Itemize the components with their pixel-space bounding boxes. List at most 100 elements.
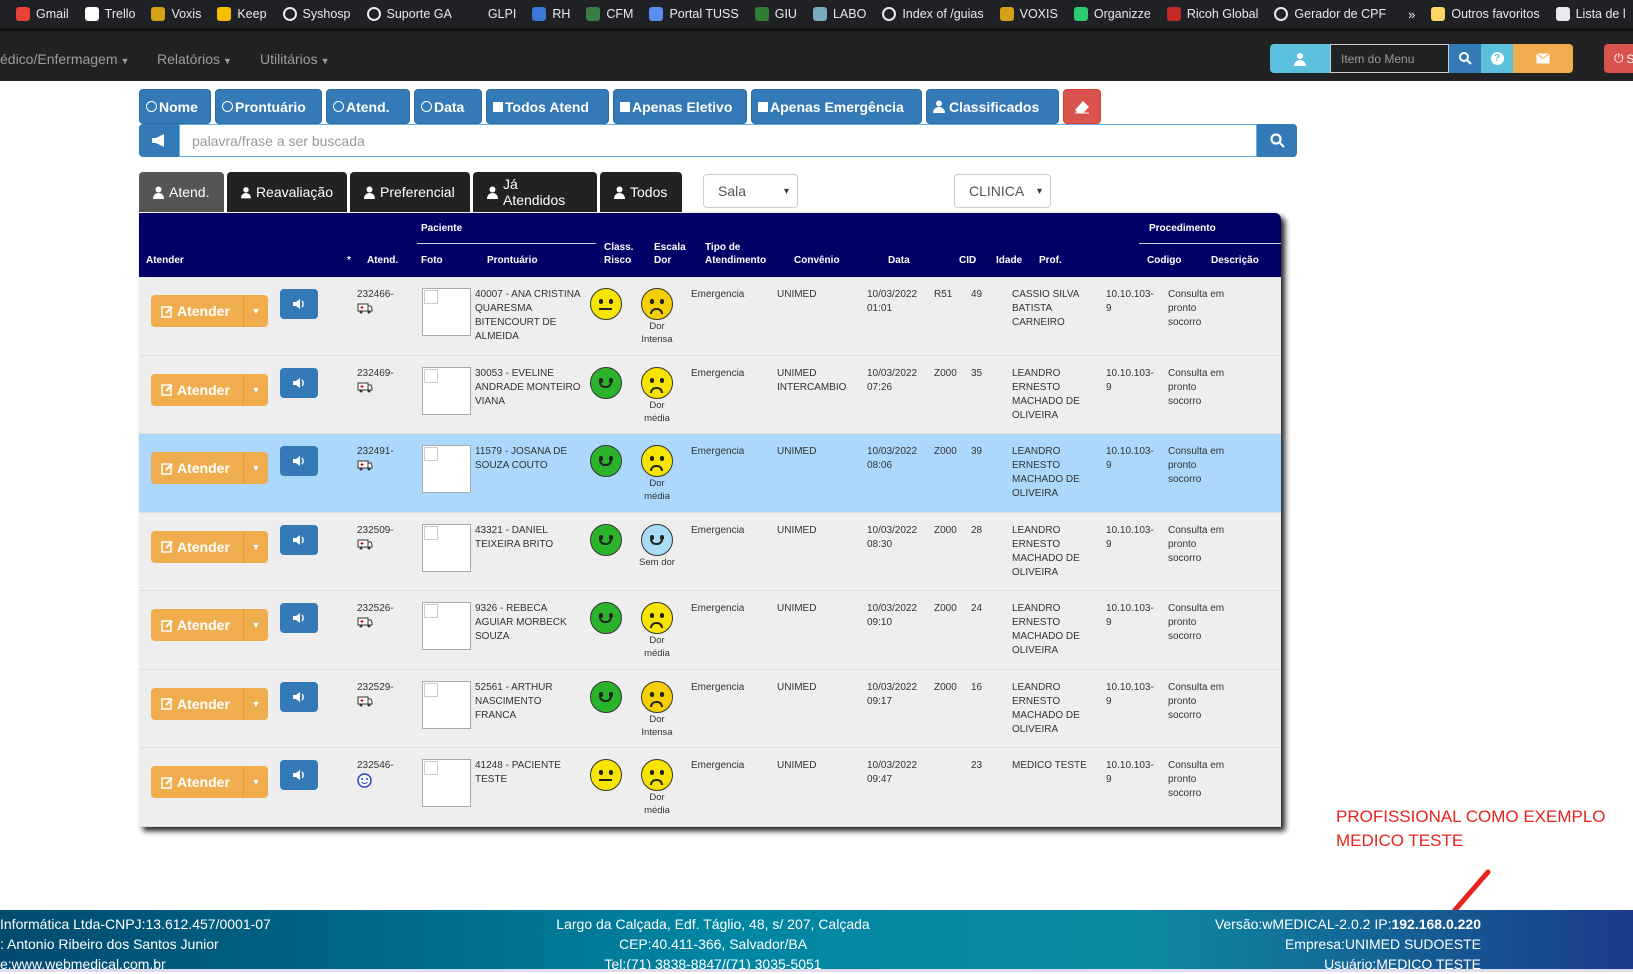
risk-classification-icon (590, 680, 622, 713)
filter-apenas-emergencia[interactable]: Apenas Emergência (751, 89, 922, 124)
logout-button[interactable]: ⏻ S (1604, 44, 1633, 73)
tab-label: Preferencial (380, 184, 455, 200)
bookmark-11[interactable]: LABO (812, 7, 866, 21)
user-icon (364, 186, 375, 199)
ambulance-icon (357, 303, 373, 314)
bookmark-5[interactable]: Suporte GA (366, 7, 452, 21)
help-button[interactable]: ? (1481, 44, 1513, 73)
filter-apenas-eletivo[interactable]: Apenas Eletivo (613, 89, 747, 124)
bookmark-14[interactable]: Organizze (1073, 7, 1151, 21)
menu-search-input[interactable]: Item do Menu (1330, 44, 1449, 73)
tab-4[interactable]: Todos (600, 172, 682, 212)
atender-button[interactable]: Atender ▼ (151, 295, 268, 327)
filter-prontuario[interactable]: Prontuário (215, 89, 322, 124)
call-patient-button[interactable] (280, 524, 318, 555)
atender-dropdown-toggle[interactable]: ▼ (243, 530, 268, 563)
data: 10/03/2022 01:01 (867, 289, 918, 314)
atender-dropdown-toggle[interactable]: ▼ (243, 687, 268, 720)
bookmark-16[interactable]: Gerador de CPF (1274, 7, 1386, 21)
bookmark-label: Ricoh Global (1186, 7, 1259, 21)
filter-bar: Nome Prontuário Atend. Data Todos Atend … (139, 89, 1101, 124)
sala-select[interactable]: Sala ▾ (703, 174, 798, 208)
bookmark-4[interactable]: Syshosp (282, 7, 351, 21)
user-icon (1294, 52, 1306, 66)
bookmark-15[interactable]: Ricoh Global (1166, 7, 1259, 21)
atender-dropdown-toggle[interactable]: ▼ (243, 295, 268, 327)
tab-0[interactable]: Atend. (139, 172, 224, 212)
header-prontuario: Prontuário (487, 255, 538, 266)
menu-medico-enfermagem[interactable]: édico/Enfermagem ▼ (0, 51, 129, 67)
bookmark-right-1[interactable]: Lista de l (1555, 7, 1626, 21)
messages-button[interactable] (1513, 44, 1573, 73)
atender-dropdown-toggle[interactable]: ▼ (243, 452, 268, 484)
bookmark-9[interactable]: Portal TUSS (649, 7, 739, 21)
atender-button[interactable]: Atender ▼ (151, 530, 268, 563)
filter-classificados[interactable]: Classificados (926, 89, 1059, 124)
filter-nome[interactable]: Nome (139, 89, 211, 124)
menu-relatorios[interactable]: Relatórios ▼ (157, 51, 232, 67)
search-button[interactable] (1257, 124, 1297, 157)
call-patient-button[interactable] (280, 603, 318, 633)
call-patient-button[interactable] (280, 367, 318, 398)
bookmark-3[interactable]: Keep (217, 7, 267, 21)
table-row[interactable]: Atender ▼ 232509- 43321 - DANIEL TEIXEIRA B… (139, 513, 1281, 591)
filter-atend[interactable]: Atend. (326, 89, 410, 124)
tab-2[interactable]: Preferencial (350, 172, 470, 212)
search-icon (1458, 52, 1472, 65)
filter-data[interactable]: Data (414, 89, 482, 124)
announce-button[interactable] (139, 124, 179, 157)
header-data: Data (888, 255, 910, 266)
clear-filters-button[interactable] (1063, 89, 1101, 124)
call-patient-button[interactable] (280, 446, 318, 476)
menu-utilitarios[interactable]: Utilitários ▼ (260, 51, 330, 67)
search-input[interactable]: palavra/frase a ser buscada (179, 124, 1257, 157)
call-patient-button[interactable] (280, 289, 318, 319)
bookmark-8[interactable]: CFM (586, 7, 633, 21)
atender-button[interactable]: Atender ▼ (151, 609, 268, 641)
atender-button[interactable]: Atender ▼ (151, 452, 268, 484)
patient-photo (422, 680, 471, 729)
header-convenio: Convênio (794, 255, 840, 266)
tab-3[interactable]: Já Atendidos (473, 172, 597, 212)
bookmark-13[interactable]: VOXIS (999, 7, 1058, 21)
bookmark-7[interactable]: RH (532, 7, 570, 21)
data: 10/03/2022 09:17 (867, 681, 918, 707)
call-patient-button[interactable] (280, 681, 318, 712)
bookmark-right-0[interactable]: Outros favoritos (1431, 7, 1540, 21)
globe-icon (882, 7, 897, 21)
filter-todos-atend[interactable]: Todos Atend (486, 89, 609, 124)
atender-dropdown-toggle[interactable]: ▼ (243, 373, 268, 406)
table-row[interactable]: Atender ▼ 232546- 41248 - PACIENTE TESTE Dor… (139, 748, 1281, 827)
tab-1[interactable]: Reavaliação (227, 172, 347, 212)
bookmark-0[interactable]: Gmail (16, 7, 69, 21)
bookmark-6[interactable]: GLPI (467, 7, 516, 21)
trello-icon (84, 7, 99, 21)
atender-button[interactable]: Atender ▼ (151, 766, 268, 798)
bookmark-1[interactable]: Trello (84, 7, 135, 21)
call-patient-button[interactable] (280, 760, 318, 790)
atender-dropdown-toggle[interactable]: ▼ (243, 766, 268, 798)
bookmark-2[interactable]: Voxis (151, 7, 201, 21)
more-bookmarks-button[interactable]: » (1408, 7, 1415, 22)
walk-in-smiley-icon (357, 773, 372, 788)
annotation-line-1: PROFISSIONAL COMO EXEMPLO (1336, 807, 1606, 826)
user-button[interactable] (1270, 44, 1330, 73)
atend-number: 232546- (357, 760, 394, 771)
profissional: MEDICO TESTE (1012, 760, 1087, 771)
header-escala-dor-2: Dor (654, 255, 672, 266)
menu-search-button[interactable] (1449, 44, 1481, 73)
table-row[interactable]: Atender ▼ 232529- 52561 - ARTHUR NASCIMENTO… (139, 670, 1281, 748)
atend-number: 232526- (357, 603, 394, 614)
table-row[interactable]: Atender ▼ 232526- 9326 - REBECA AGUIAR MORB… (139, 591, 1281, 670)
table-row[interactable]: Atender ▼ 232466- 40007 - ANA CRISTINA QUAR… (139, 277, 1281, 356)
table-row[interactable]: Atender ▼ 232469- 30053 - EVELINE ANDRADE M… (139, 356, 1281, 434)
bookmark-label: VOXIS (1019, 7, 1058, 21)
atender-button[interactable]: Atender ▼ (151, 687, 268, 720)
atender-button[interactable]: Atender ▼ (151, 373, 268, 406)
atender-dropdown-toggle[interactable]: ▼ (243, 609, 268, 641)
table-row[interactable]: Atender ▼ 232491- 11579 - JOSANA DE SOUZA C… (139, 434, 1281, 513)
descricao: Consulta em pronto socorro (1168, 367, 1225, 407)
bookmark-12[interactable]: Index of /guias (882, 7, 984, 21)
bookmark-10[interactable]: GIU (754, 7, 797, 21)
clinica-select[interactable]: CLINICA ▾ (954, 174, 1051, 208)
